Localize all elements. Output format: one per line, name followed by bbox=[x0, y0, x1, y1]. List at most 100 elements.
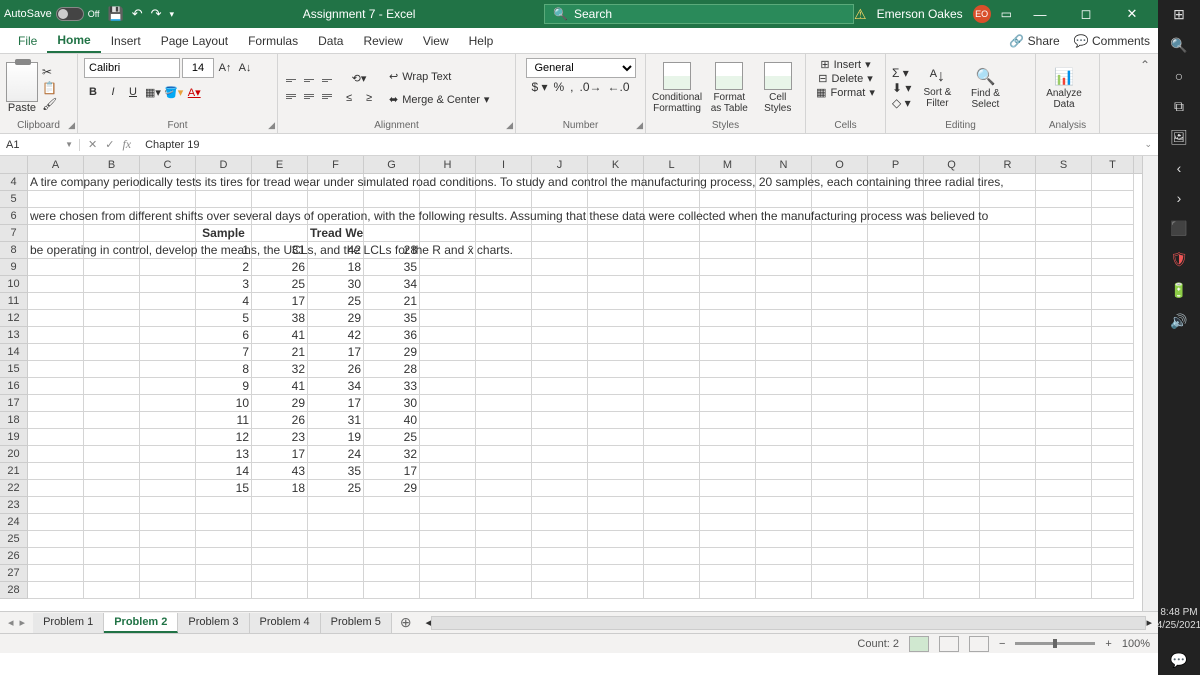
cell[interactable] bbox=[532, 327, 588, 344]
cell-styles-button[interactable]: Cell Styles bbox=[757, 62, 799, 114]
row-header[interactable]: 18 bbox=[0, 412, 28, 429]
cell[interactable] bbox=[868, 225, 924, 242]
cell[interactable]: 18 bbox=[308, 259, 364, 276]
cell[interactable]: 25 bbox=[364, 429, 420, 446]
cell[interactable] bbox=[1092, 412, 1134, 429]
cell[interactable] bbox=[252, 191, 308, 208]
hscroll-right-icon[interactable]: ▸ bbox=[1146, 616, 1152, 629]
cell[interactable]: 23 bbox=[252, 429, 308, 446]
cell[interactable] bbox=[28, 531, 84, 548]
cell[interactable] bbox=[532, 242, 588, 259]
cell[interactable] bbox=[644, 565, 700, 582]
cell[interactable] bbox=[868, 497, 924, 514]
row-header[interactable]: 5 bbox=[0, 191, 28, 208]
row-header[interactable]: 14 bbox=[0, 344, 28, 361]
cell[interactable] bbox=[84, 395, 140, 412]
cell[interactable] bbox=[700, 514, 756, 531]
cell[interactable]: 7 bbox=[196, 344, 252, 361]
cell[interactable] bbox=[1036, 208, 1092, 225]
accounting-format-button[interactable]: $ ▾ bbox=[531, 80, 547, 94]
tab-review[interactable]: Review bbox=[353, 30, 412, 52]
cell[interactable] bbox=[140, 497, 196, 514]
cell[interactable] bbox=[140, 412, 196, 429]
decrease-indent-icon[interactable]: ≤ bbox=[340, 89, 358, 107]
nav-fwd-icon[interactable]: › bbox=[1177, 190, 1182, 206]
cell[interactable] bbox=[476, 395, 532, 412]
cell[interactable] bbox=[588, 174, 644, 191]
sheet-tab[interactable]: Problem 1 bbox=[33, 613, 104, 633]
cell[interactable] bbox=[644, 242, 700, 259]
cell[interactable] bbox=[84, 276, 140, 293]
cell[interactable] bbox=[476, 174, 532, 191]
cell[interactable] bbox=[1036, 259, 1092, 276]
decrease-font-icon[interactable]: A↓ bbox=[236, 59, 254, 77]
cell[interactable] bbox=[84, 582, 140, 599]
horizontal-scrollbar[interactable] bbox=[431, 616, 1146, 630]
cell[interactable] bbox=[28, 378, 84, 395]
battery-icon[interactable]: 🔋 bbox=[1170, 282, 1187, 299]
cell[interactable] bbox=[308, 531, 364, 548]
cell[interactable] bbox=[28, 497, 84, 514]
cell[interactable] bbox=[868, 446, 924, 463]
cell[interactable] bbox=[868, 412, 924, 429]
cell[interactable] bbox=[700, 344, 756, 361]
cell[interactable] bbox=[924, 429, 980, 446]
cell[interactable] bbox=[84, 259, 140, 276]
cell[interactable] bbox=[252, 582, 308, 599]
close-button[interactable]: ✕ bbox=[1114, 6, 1150, 22]
cell[interactable] bbox=[924, 565, 980, 582]
cell[interactable] bbox=[308, 208, 364, 225]
cell[interactable] bbox=[1092, 446, 1134, 463]
cell[interactable] bbox=[812, 327, 868, 344]
cell[interactable] bbox=[84, 565, 140, 582]
zoom-in-button[interactable]: + bbox=[1105, 638, 1111, 650]
cell[interactable] bbox=[812, 378, 868, 395]
find-select-button[interactable]: 🔍Find & Select bbox=[963, 67, 1007, 110]
vertical-scrollbar[interactable] bbox=[1142, 156, 1158, 611]
cell[interactable] bbox=[700, 259, 756, 276]
cell[interactable] bbox=[28, 191, 84, 208]
column-header[interactable]: L bbox=[644, 156, 700, 173]
cell[interactable] bbox=[532, 531, 588, 548]
column-header[interactable]: N bbox=[756, 156, 812, 173]
cell[interactable] bbox=[196, 565, 252, 582]
cell[interactable] bbox=[364, 514, 420, 531]
cell[interactable]: 28 bbox=[364, 242, 420, 259]
cell[interactable] bbox=[1036, 429, 1092, 446]
cell[interactable] bbox=[812, 276, 868, 293]
cell[interactable] bbox=[84, 548, 140, 565]
cell[interactable] bbox=[644, 446, 700, 463]
cell[interactable] bbox=[924, 378, 980, 395]
cell[interactable] bbox=[644, 344, 700, 361]
cell[interactable] bbox=[84, 327, 140, 344]
cell[interactable] bbox=[252, 225, 308, 242]
cell[interactable] bbox=[812, 582, 868, 599]
cell[interactable] bbox=[588, 310, 644, 327]
horizontal-align[interactable] bbox=[284, 89, 336, 103]
cell[interactable] bbox=[28, 582, 84, 599]
cell[interactable] bbox=[588, 344, 644, 361]
cell[interactable] bbox=[196, 191, 252, 208]
cell[interactable] bbox=[28, 344, 84, 361]
cell[interactable] bbox=[812, 208, 868, 225]
cell[interactable] bbox=[924, 548, 980, 565]
cell[interactable] bbox=[980, 225, 1036, 242]
cell[interactable] bbox=[140, 514, 196, 531]
cell[interactable] bbox=[28, 446, 84, 463]
cell[interactable] bbox=[588, 208, 644, 225]
volume-icon[interactable]: 🔊 bbox=[1170, 313, 1187, 330]
cell[interactable] bbox=[756, 225, 812, 242]
cell[interactable] bbox=[1036, 276, 1092, 293]
cell[interactable] bbox=[476, 259, 532, 276]
cell[interactable] bbox=[756, 514, 812, 531]
cell[interactable] bbox=[1092, 565, 1134, 582]
cell[interactable]: 1 bbox=[196, 242, 252, 259]
cell[interactable] bbox=[980, 276, 1036, 293]
cell[interactable] bbox=[1036, 327, 1092, 344]
cell[interactable] bbox=[924, 327, 980, 344]
cell[interactable] bbox=[532, 514, 588, 531]
cell[interactable] bbox=[980, 412, 1036, 429]
cell[interactable] bbox=[84, 344, 140, 361]
cell[interactable]: 35 bbox=[364, 310, 420, 327]
cell[interactable] bbox=[868, 293, 924, 310]
